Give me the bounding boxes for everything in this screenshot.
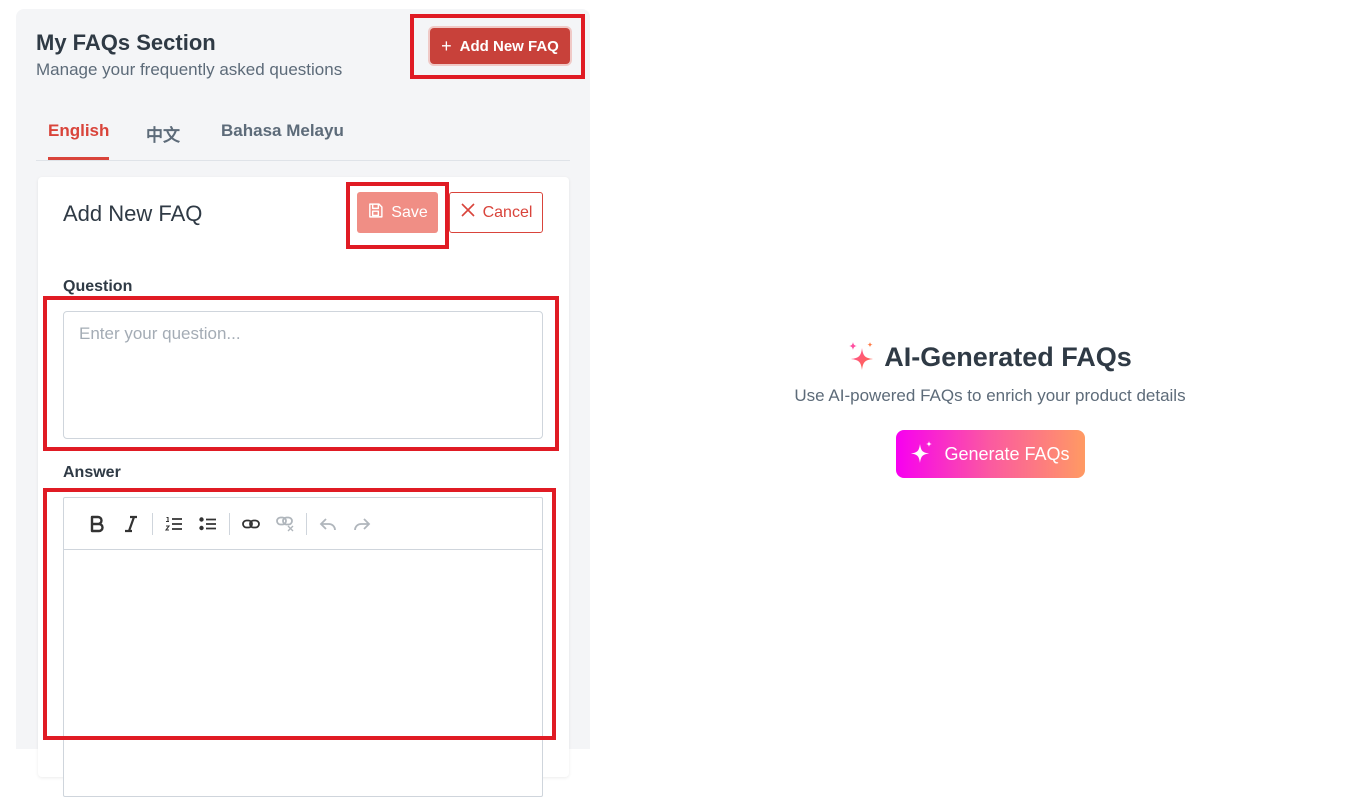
add-new-faq-label: Add New FAQ (459, 37, 559, 55)
save-icon (367, 202, 384, 224)
ai-faq-section: AI-Generated FAQs Use AI-powered FAQs to… (760, 340, 1220, 478)
question-input[interactable] (63, 311, 543, 439)
ordered-list-icon[interactable] (157, 509, 191, 539)
save-button[interactable]: Save (357, 192, 438, 233)
italic-icon[interactable] (114, 509, 148, 539)
sparkle-icon (910, 440, 934, 468)
sparkle-icon (848, 340, 876, 375)
cancel-label: Cancel (482, 203, 533, 221)
ai-title: AI-Generated FAQs (884, 342, 1132, 372)
tab-bahasa-melayu[interactable]: Bahasa Melayu (221, 121, 344, 157)
bullet-list-icon[interactable] (191, 509, 225, 539)
answer-editor-body[interactable] (64, 550, 542, 796)
plus-icon: + (441, 36, 452, 56)
answer-label: Answer (63, 464, 121, 481)
question-label: Question (63, 278, 133, 295)
cancel-button[interactable]: Cancel (449, 192, 543, 233)
generate-faqs-button[interactable]: Generate FAQs (895, 430, 1085, 478)
generate-faqs-label: Generate FAQs (944, 443, 1070, 464)
toolbar-divider (229, 512, 230, 535)
redo-icon[interactable] (345, 509, 379, 539)
add-new-faq-button[interactable]: + Add New FAQ (430, 28, 570, 64)
answer-editor (63, 497, 543, 797)
form-title: Add New FAQ (63, 201, 203, 226)
undo-icon[interactable] (311, 509, 345, 539)
language-tabs: English 中文 Bahasa Melayu (36, 109, 570, 161)
bold-icon[interactable] (80, 509, 114, 539)
link-icon[interactable] (234, 509, 268, 539)
close-icon (460, 202, 476, 223)
page-title: My FAQs Section (36, 30, 216, 55)
toolbar-divider (152, 512, 153, 535)
ai-subtitle: Use AI-powered FAQs to enrich your produ… (794, 386, 1186, 405)
unlink-icon[interactable] (268, 509, 302, 539)
faq-panel: My FAQs Section Manage your frequently a… (16, 9, 590, 797)
tab-chinese[interactable]: 中文 (146, 121, 180, 162)
editor-toolbar (64, 498, 542, 550)
save-label: Save (391, 203, 428, 221)
tab-english[interactable]: English (48, 121, 110, 160)
ai-title-row: AI-Generated FAQs (760, 340, 1220, 375)
page-subtitle: Manage your frequently asked questions (36, 60, 343, 79)
toolbar-divider (306, 512, 307, 535)
add-faq-form: Add New FAQ Save Cancel Question Answer (38, 177, 569, 797)
